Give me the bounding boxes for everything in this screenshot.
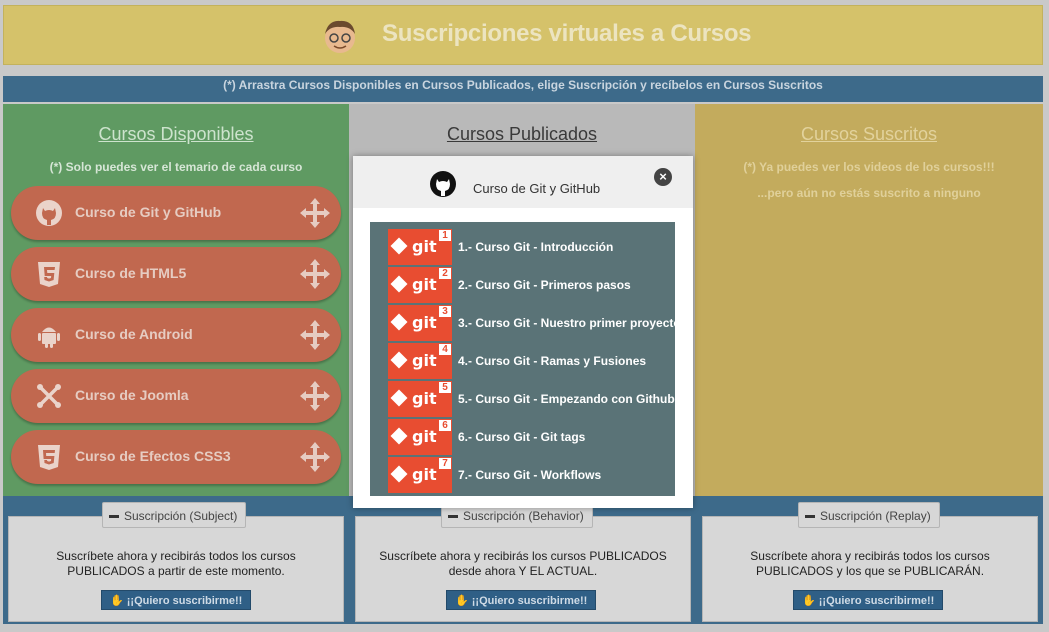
git-icon: git 3 (388, 305, 452, 341)
course-label: Curso de HTML5 (75, 265, 187, 281)
subscription-box-behavior: Suscripción (Behavior) Suscríbete ahora … (355, 502, 691, 622)
modal-header: Curso de Git y GitHub × (353, 156, 693, 208)
available-courses-title: Cursos Disponibles (98, 124, 254, 144)
course-label: Curso de Efectos CSS3 (75, 448, 231, 464)
hand-icon: ✋ (110, 595, 127, 607)
github-icon (430, 171, 456, 197)
subscription-description: Suscríbete ahora y recibirás todos los c… (56, 549, 296, 578)
published-courses-title: Cursos Publicados (446, 124, 598, 144)
subscription-panel: Suscripción (Subject) Suscríbete ahora y… (3, 496, 1043, 624)
lesson-title: 2.- Curso Git - Primeros pasos (458, 278, 631, 292)
course-label: Curso de Git y GitHub (75, 204, 222, 220)
git-icon: git 7 (388, 457, 452, 493)
subscription-box-replay: Suscripción (Replay) Suscríbete ahora y … (702, 502, 1038, 622)
git-icon: git 6 (388, 419, 452, 455)
course-card-git[interactable]: Curso de Git y GitHub (11, 186, 341, 240)
course-syllabus-modal: Curso de Git y GitHub × git 1 1.- Curso Gi… (353, 156, 693, 508)
subscribed-note-secondary: ...pero aún no estás suscrito a ninguno (757, 186, 981, 200)
git-icon: git 5 (388, 381, 452, 417)
lesson-title: 3.- Curso Git - Nuestro primer proyecto (458, 316, 681, 330)
course-label: Curso de Joomla (75, 387, 189, 403)
course-label: Curso de Android (75, 326, 193, 342)
lesson-title: 7.- Curso Git - Workflows (458, 468, 602, 482)
minus-icon (109, 515, 119, 519)
subscribe-button[interactable]: ✋ ¡¡Quiero suscribirme!! (793, 590, 944, 610)
app-header: Suscripciones virtuales a Cursos (3, 5, 1043, 65)
minus-icon (805, 515, 815, 519)
hand-icon: ✋ (455, 595, 472, 607)
subscribe-button[interactable]: ✋ ¡¡Quiero suscribirme!! (446, 590, 597, 610)
lesson-item[interactable]: git 7 7.- Curso Git - Workflows (388, 457, 668, 493)
subscription-box-subject: Suscripción (Subject) Suscríbete ahora y… (8, 502, 344, 622)
subscription-tab-subject[interactable]: Suscripción (Subject) (102, 502, 247, 528)
lesson-item[interactable]: git 2 2.- Curso Git - Primeros pasos (388, 267, 668, 303)
subscription-tab-replay[interactable]: Suscripción (Replay) (798, 502, 940, 528)
page-title: Suscripciones virtuales a Cursos (382, 20, 752, 47)
subscribe-button[interactable]: ✋ ¡¡Quiero suscribirme!! (101, 590, 252, 610)
lesson-title: 4.- Curso Git - Ramas y Fusiones (458, 354, 647, 368)
git-icon: git 2 (388, 267, 452, 303)
lesson-title: 6.- Curso Git - Git tags (458, 430, 586, 444)
joomla-icon (37, 384, 61, 408)
subscribed-courses-title: Cursos Suscritos (800, 124, 938, 144)
move-icon[interactable] (299, 197, 331, 229)
subscribed-note: (*) Ya puedes ver los videos de los curs… (743, 160, 995, 174)
instructions-bar: (*) Arrastra Cursos Disponibles en Curso… (3, 76, 1043, 102)
lesson-item[interactable]: git 1 1.- Curso Git - Introducción (388, 229, 668, 265)
course-card-joomla[interactable]: Curso de Joomla (11, 369, 341, 423)
android-icon (38, 327, 60, 348)
lesson-item[interactable]: git 6 6.- Curso Git - Git tags (388, 419, 668, 455)
subscription-description: Suscríbete ahora y recibirás todos los c… (750, 549, 990, 578)
available-courses-note: (*) Solo puedes ver el temario de cada c… (49, 160, 303, 174)
available-courses-column: Cursos Disponibles (*) Solo puedes ver e… (3, 104, 349, 496)
course-card-css3[interactable]: Curso de Efectos CSS3 (11, 430, 341, 484)
lesson-list: git 1 1.- Curso Git - Introducción git 2 2.-… (370, 222, 681, 496)
move-icon[interactable] (299, 441, 331, 473)
lesson-title: 1.- Curso Git - Introducción (458, 240, 614, 254)
move-icon[interactable] (299, 319, 331, 351)
minus-icon (448, 515, 458, 519)
move-icon[interactable] (299, 258, 331, 290)
git-icon: git 4 (388, 343, 452, 379)
course-card-android[interactable]: Curso de Android (11, 308, 341, 362)
course-card-html5[interactable]: Curso de HTML5 (11, 247, 341, 301)
subscription-description: Suscríbete ahora y recibirás los cursos … (379, 549, 667, 578)
avatar-icon (325, 20, 355, 53)
lesson-item[interactable]: git 5 5.- Curso Git - Empezando con Github (388, 381, 675, 417)
hand-icon: ✋ (802, 595, 819, 607)
github-icon (36, 200, 62, 226)
git-icon: git 1 (388, 229, 452, 265)
move-icon[interactable] (299, 380, 331, 412)
close-icon[interactable]: × (654, 168, 672, 186)
css3-icon (38, 445, 60, 470)
lesson-item[interactable]: git 3 3.- Curso Git - Nuestro primer proye… (388, 305, 681, 341)
lesson-item[interactable]: git 4 4.- Curso Git - Ramas y Fusiones (388, 343, 668, 379)
subscribed-courses-column: Cursos Suscritos (*) Ya puedes ver los v… (695, 104, 1043, 496)
html5-icon (38, 262, 60, 287)
modal-title: Curso de Git y GitHub (473, 181, 601, 196)
lesson-title: 5.- Curso Git - Empezando con Github (458, 392, 675, 406)
